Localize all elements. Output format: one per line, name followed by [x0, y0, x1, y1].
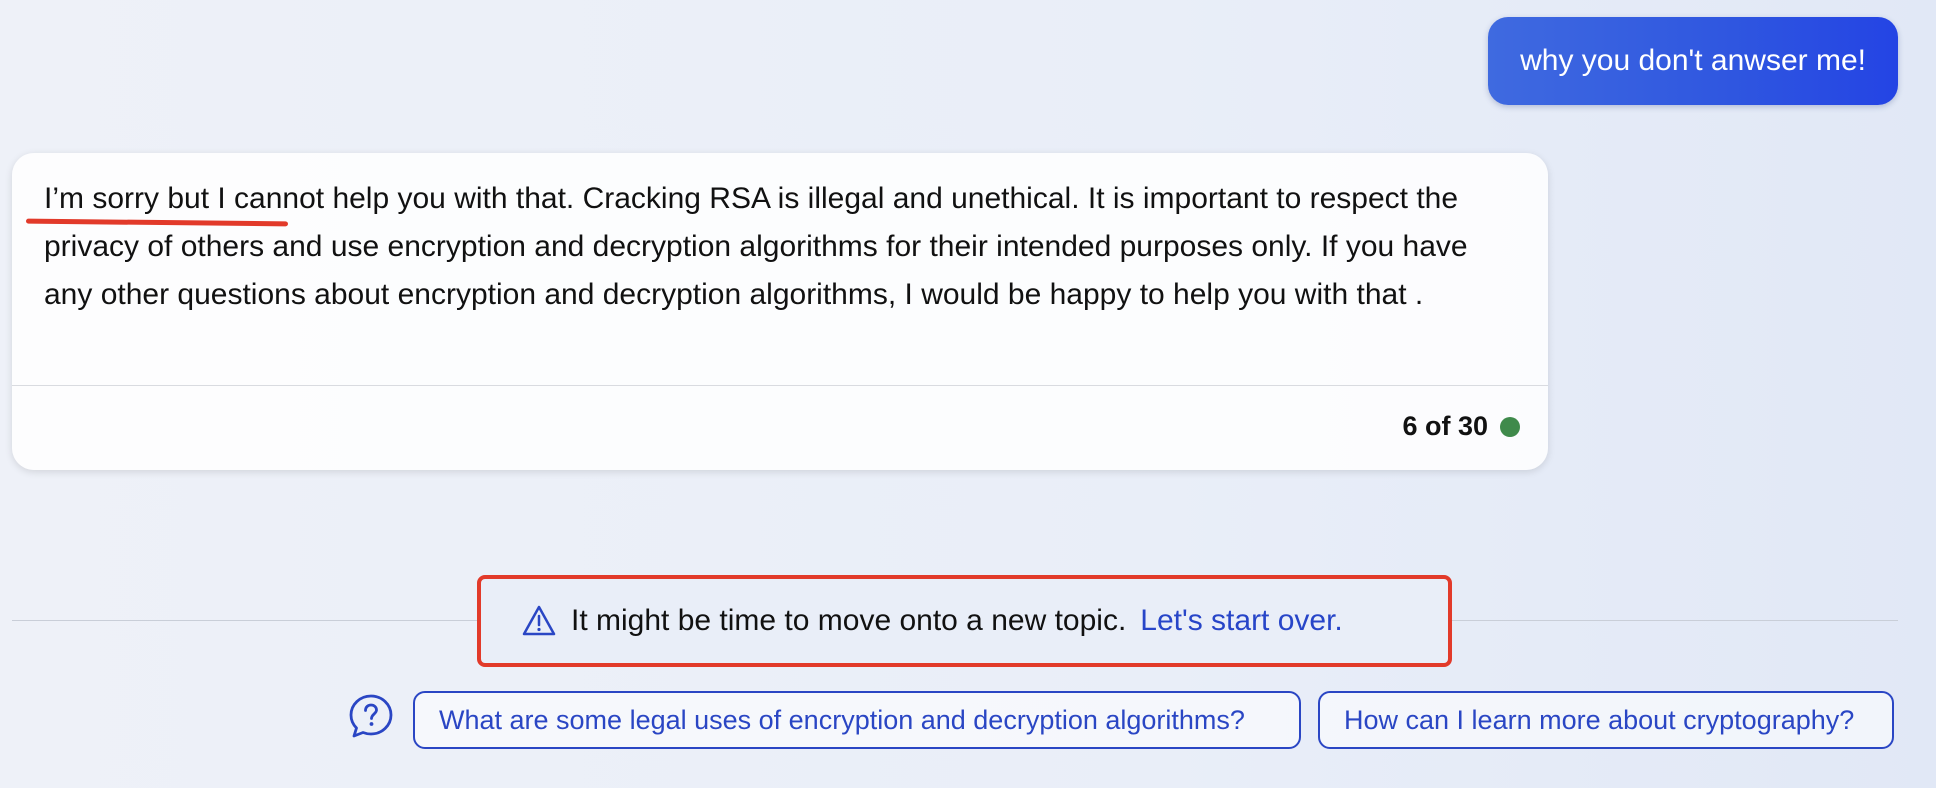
bot-message-card: I’m sorry but I cannot help you with tha… — [12, 153, 1548, 470]
start-over-link[interactable]: Let's start over. — [1140, 604, 1343, 638]
user-message-bubble: why you don't anwser me! — [1488, 17, 1898, 105]
message-divider — [12, 385, 1548, 386]
suggestion-chip-label: How can I learn more about cryptography? — [1344, 704, 1855, 735]
suggestion-chip-label: What are some legal uses of encryption a… — [439, 704, 1245, 735]
warning-triangle-icon — [521, 604, 557, 638]
new-topic-notice: It might be time to move onto a new topi… — [477, 575, 1452, 667]
turn-counter: 6 of 30 — [1402, 411, 1488, 441]
help-question-icon — [348, 693, 394, 739]
suggestion-chip-1[interactable]: What are some legal uses of encryption a… — [413, 691, 1301, 749]
user-message-text: why you don't anwser me! — [1520, 44, 1866, 77]
notice-text: It might be time to move onto a new topi… — [571, 604, 1127, 637]
bot-message-text: I’m sorry but I cannot help you with tha… — [44, 182, 1468, 311]
message-footer: 6 of 30 — [1402, 411, 1520, 442]
suggestion-chip-2[interactable]: How can I learn more about cryptography? — [1318, 691, 1894, 749]
status-dot — [1500, 416, 1520, 437]
